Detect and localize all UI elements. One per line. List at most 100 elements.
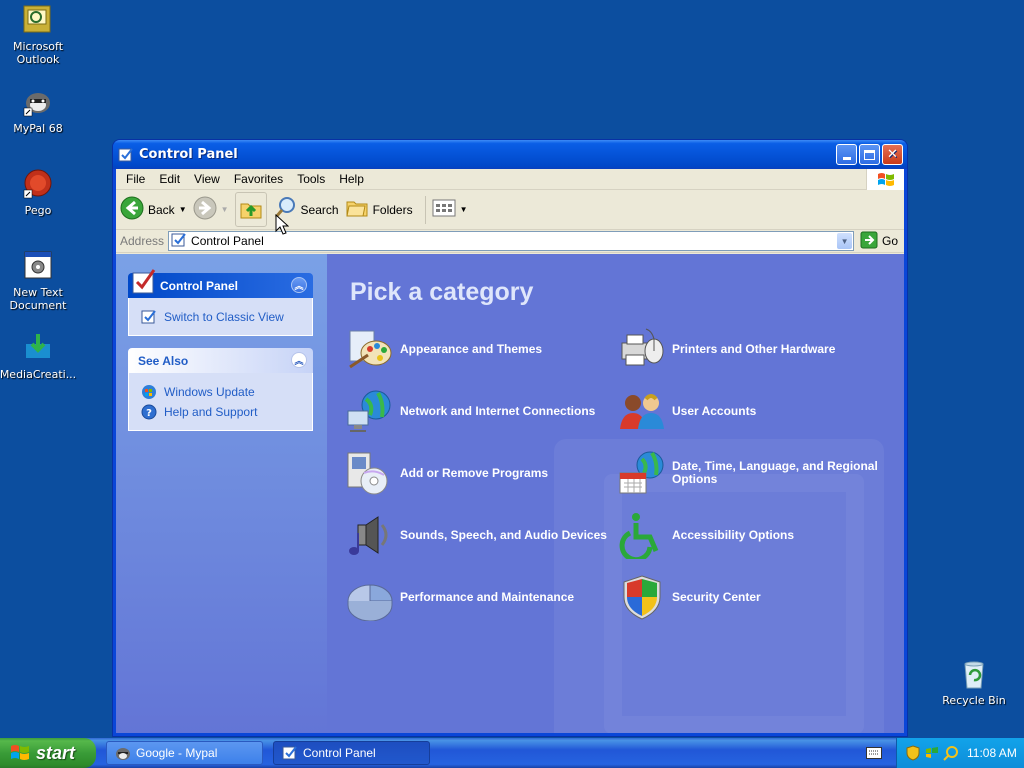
category-sounds-audio[interactable]: Sounds, Speech, and Audio Devices: [346, 510, 614, 560]
network-internet-icon: [346, 387, 394, 435]
menu-edit[interactable]: Edit: [152, 172, 187, 186]
desktop-icon-pego[interactable]: Pego: [0, 168, 78, 217]
back-arrow-icon: [120, 196, 144, 223]
address-input[interactable]: Control Panel ▼: [168, 231, 855, 251]
security-shield-icon[interactable]: [905, 745, 921, 761]
back-button[interactable]: Back ▼: [120, 196, 187, 223]
category-date-time-regional[interactable]: Date, Time, Language, and Regional Optio…: [618, 448, 886, 498]
toolbar-separator: [424, 195, 426, 224]
category-appearance-themes[interactable]: Appearance and Themes: [346, 324, 614, 374]
maximize-button[interactable]: [859, 144, 880, 165]
views-button[interactable]: ▼: [432, 198, 468, 221]
go-button[interactable]: Go: [860, 231, 898, 252]
help-and-support-label: Help and Support: [164, 405, 258, 419]
control-panel-box-header[interactable]: Control Panel ︽: [128, 269, 313, 298]
start-label: start: [36, 742, 76, 763]
forward-arrow-icon: [193, 196, 217, 223]
folders-button[interactable]: Folders: [345, 196, 413, 223]
desktop-icon-label: MediaCreati...: [0, 368, 77, 381]
switch-to-classic-view-link[interactable]: Switch to Classic View: [141, 307, 302, 327]
up-folder-button[interactable]: [234, 192, 267, 227]
add-remove-programs-icon: [346, 449, 394, 497]
search-label: Search: [300, 202, 339, 217]
control-panel-icon: [130, 266, 158, 296]
text-document-icon: [22, 250, 54, 282]
menu-tools[interactable]: Tools: [290, 172, 332, 186]
taskbar: start Google - Mypal Control Panel 11:08…: [0, 738, 1024, 768]
start-button[interactable]: start: [0, 738, 96, 768]
collapse-icon[interactable]: ︽: [291, 352, 307, 368]
desktop-icon-mypal[interactable]: MyPal 68: [0, 86, 78, 135]
search-tray-icon[interactable]: [943, 745, 959, 761]
windows-update-link[interactable]: Windows Update: [141, 382, 302, 402]
system-tray: 11:08 AM: [896, 738, 1024, 768]
desktop-icon-new-text-document[interactable]: New Text Document: [0, 250, 78, 312]
menu-favorites[interactable]: Favorites: [227, 172, 290, 186]
control-panel-window: Control Panel ✕ File Edit View Favorites…: [112, 139, 908, 737]
pick-category-heading: Pick a category: [350, 278, 534, 306]
category-accessibility[interactable]: Accessibility Options: [618, 510, 886, 563]
control-panel-icon: [118, 147, 134, 163]
collapse-icon[interactable]: ︽: [291, 277, 307, 293]
keyboard-icon[interactable]: [866, 747, 882, 759]
go-label: Go: [882, 234, 899, 248]
go-arrow-icon: [860, 231, 878, 252]
date-time-regional-icon: [618, 449, 666, 497]
performance-maintenance-icon: [346, 573, 394, 622]
windows-update-tray-icon[interactable]: [924, 745, 940, 761]
see-also-header[interactable]: See Also ︽: [128, 348, 313, 373]
help-and-support-link[interactable]: ? Help and Support: [141, 402, 302, 422]
category-label: Printers and Other Hardware: [672, 341, 836, 356]
windows-update-icon: [141, 384, 157, 400]
toolbar: Back ▼ ▼ Search Folders ▼: [116, 190, 904, 230]
close-button[interactable]: ✕: [882, 144, 903, 165]
windows-flag-icon: [9, 743, 31, 763]
menu-help[interactable]: Help: [332, 172, 371, 186]
clock[interactable]: 11:08 AM: [967, 746, 1017, 760]
category-label: Performance and Maintenance: [400, 589, 575, 604]
views-dropdown-icon: ▼: [459, 205, 468, 214]
desktop-icon-mediacreation[interactable]: MediaCreati...: [0, 332, 78, 381]
folders-label: Folders: [372, 202, 413, 217]
minimize-button[interactable]: [836, 144, 857, 165]
see-also-body: Windows Update ? Help and Support: [128, 373, 313, 431]
see-also-box: See Also ︽ Windows Update ? Help and Sup…: [128, 348, 313, 431]
control-panel-box: Control Panel ︽ Switch to Classic View: [128, 269, 313, 336]
menu-view[interactable]: View: [187, 172, 227, 186]
desktop-icon-recycle-bin[interactable]: Recycle Bin: [934, 658, 1014, 707]
maximize-icon: [864, 149, 875, 160]
category-label: Date, Time, Language, and Regional Optio…: [672, 459, 878, 486]
back-dropdown-icon[interactable]: ▼: [179, 205, 187, 214]
user-accounts-icon: [618, 387, 666, 435]
forward-button[interactable]: ▼: [193, 196, 229, 223]
windows-logo-icon: [866, 169, 904, 190]
category-add-remove-programs[interactable]: Add or Remove Programs: [346, 448, 614, 498]
content-area: Control Panel ︽ Switch to Classic View S…: [116, 254, 904, 733]
task-label: Google - Mypal: [136, 746, 218, 760]
category-printers-hardware[interactable]: Printers and Other Hardware: [618, 324, 886, 374]
category-label: Sounds, Speech, and Audio Devices: [400, 527, 607, 542]
menu-file[interactable]: File: [119, 172, 152, 186]
title-bar[interactable]: Control Panel ✕: [113, 140, 907, 169]
views-icon: [432, 198, 456, 221]
category-pane: Pick a category Appearance and Themes Pr: [327, 254, 904, 733]
minimize-icon: [842, 157, 851, 160]
task-pane: Control Panel ︽ Switch to Classic View S…: [116, 254, 327, 733]
sounds-audio-icon: [346, 511, 394, 559]
printers-hardware-icon: [618, 325, 666, 373]
category-security-center[interactable]: Security Center: [618, 572, 886, 622]
category-network-internet[interactable]: Network and Internet Connections: [346, 386, 614, 436]
address-dropdown-icon[interactable]: ▼: [837, 233, 853, 249]
category-performance-maintenance[interactable]: Performance and Maintenance: [346, 572, 614, 622]
desktop-icon-label: MyPal 68: [13, 122, 63, 135]
accessibility-icon: [618, 511, 666, 563]
desktop-icon-outlook[interactable]: Microsoft Outlook: [0, 4, 78, 66]
category-label: Add or Remove Programs: [400, 465, 549, 480]
folders-icon: [345, 196, 369, 223]
taskbar-button-google-mypal[interactable]: Google - Mypal: [106, 741, 263, 765]
taskbar-button-control-panel[interactable]: Control Panel: [273, 741, 430, 765]
svg-text:?: ?: [146, 408, 152, 419]
task-label: Control Panel: [303, 746, 376, 760]
forward-dropdown-icon[interactable]: ▼: [221, 205, 229, 214]
category-user-accounts[interactable]: User Accounts: [618, 386, 886, 436]
